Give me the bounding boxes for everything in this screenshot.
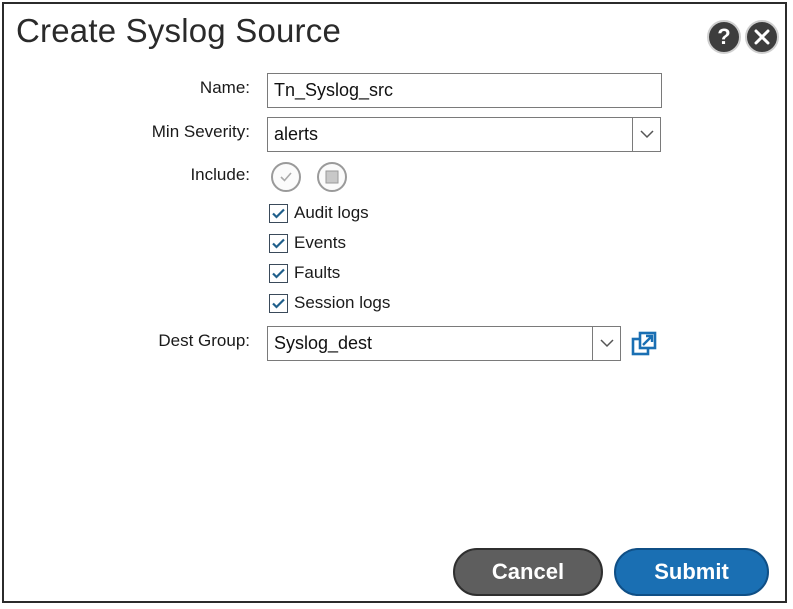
name-label: Name:	[199, 78, 250, 97]
session-logs-label: Session logs	[294, 293, 391, 312]
include-option-faults[interactable]: Faults	[269, 263, 340, 283]
chevron-down-icon[interactable]	[632, 118, 660, 151]
include-label: Include:	[190, 165, 250, 184]
question-icon[interactable]: ?	[707, 20, 741, 54]
dest-group-label: Dest Group:	[158, 331, 250, 350]
session-logs-checkbox[interactable]	[269, 293, 288, 313]
select-all-icon[interactable]	[271, 162, 301, 192]
include-toggle-group	[271, 162, 347, 192]
faults-checkbox[interactable]	[269, 263, 288, 283]
dest-group-value: Syslog_dest	[274, 333, 373, 353]
name-input[interactable]: Tn_Syslog_src	[267, 73, 662, 108]
chevron-down-icon[interactable]	[592, 327, 620, 360]
include-option-audit-logs[interactable]: Audit logs	[269, 203, 369, 223]
dest-group-select[interactable]: Syslog_dest	[267, 326, 621, 361]
min-severity-select[interactable]: alerts	[267, 117, 661, 152]
cancel-button[interactable]: Cancel	[453, 548, 603, 596]
create-syslog-source-dialog: Create Syslog Source ? Name: Tn_Syslog_s…	[2, 2, 787, 603]
include-option-session-logs[interactable]: Session logs	[269, 293, 390, 313]
dialog-title: Create Syslog Source	[16, 12, 341, 49]
events-checkbox[interactable]	[269, 233, 288, 253]
audit-logs-checkbox[interactable]	[269, 203, 288, 223]
min-severity-label: Min Severity:	[151, 122, 250, 141]
audit-logs-label: Audit logs	[294, 203, 369, 222]
name-value: Tn_Syslog_src	[274, 80, 394, 100]
min-severity-value: alerts	[274, 124, 319, 144]
deselect-all-icon[interactable]	[317, 162, 347, 192]
faults-label: Faults	[294, 263, 341, 282]
open-in-new-icon[interactable]	[631, 331, 657, 362]
submit-button[interactable]: Submit	[614, 548, 769, 596]
close-icon[interactable]	[745, 20, 779, 54]
include-option-events[interactable]: Events	[269, 233, 346, 253]
events-label: Events	[294, 233, 346, 252]
